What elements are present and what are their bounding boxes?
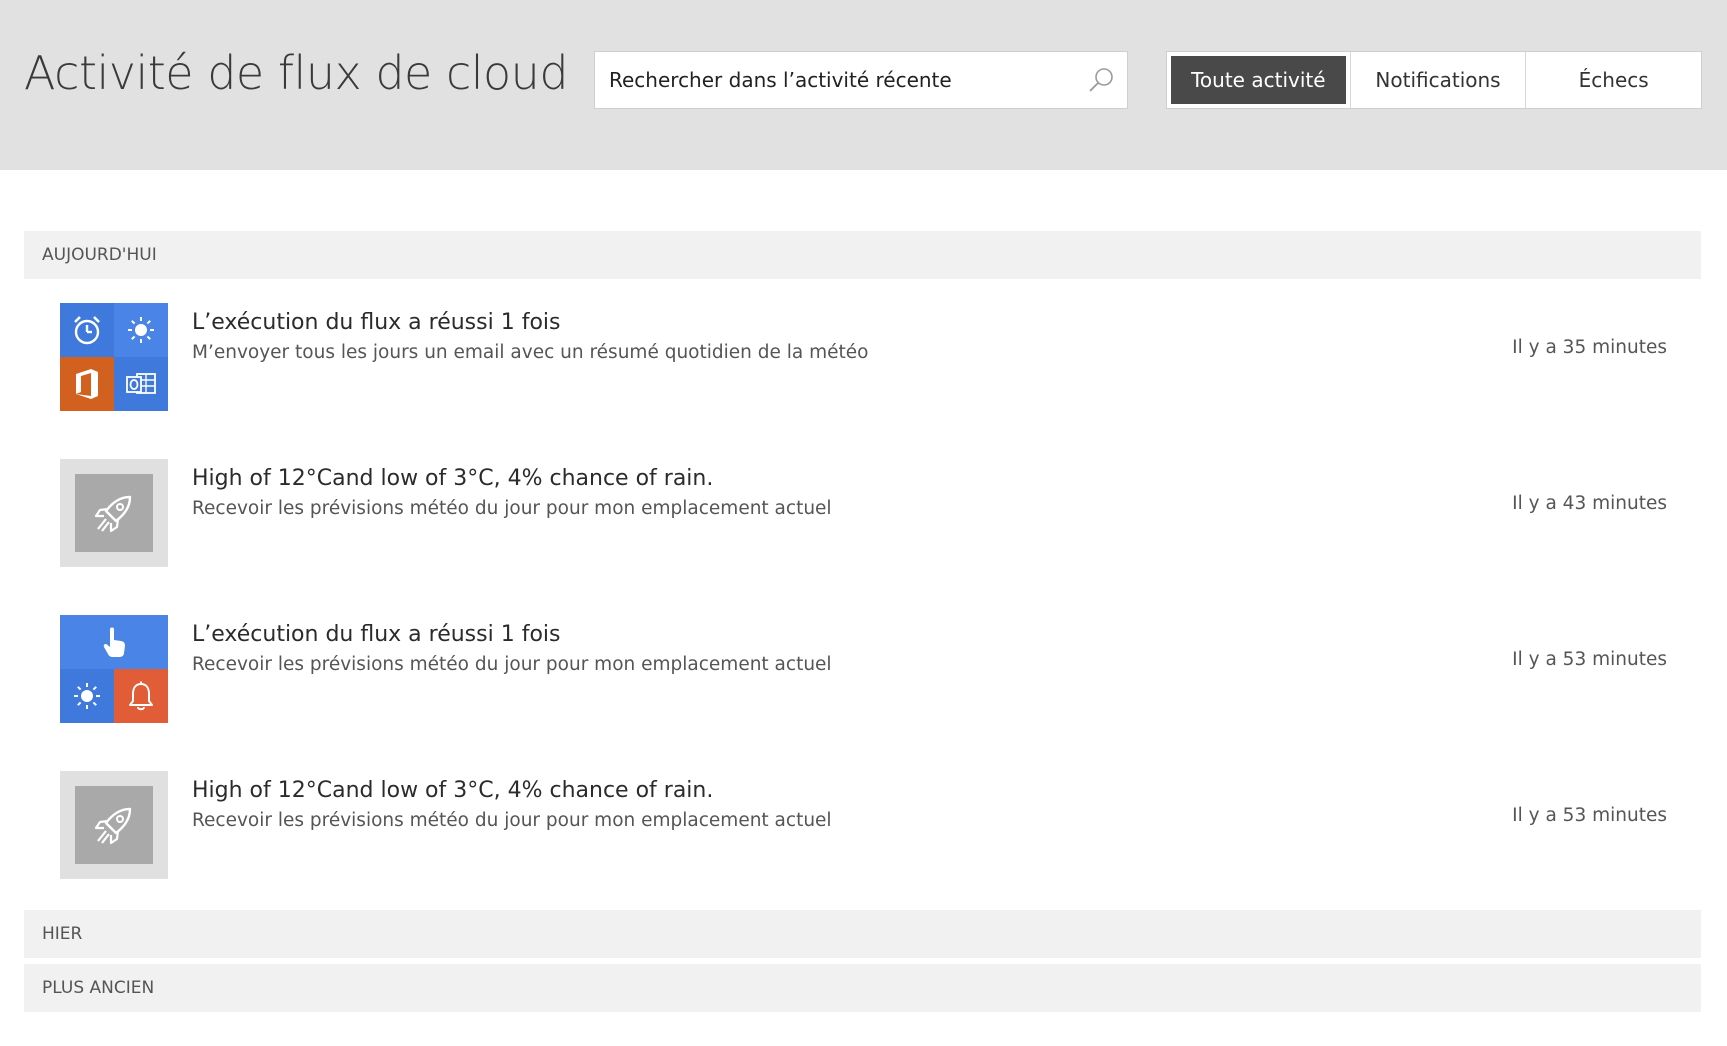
activity-item[interactable]: L’exécution du flux a réussi 1 fois M’en… [24, 303, 1701, 413]
outlook-icon [114, 357, 168, 411]
flow-icon-tiles [60, 771, 168, 879]
flow-icon-tiles [60, 303, 168, 411]
activity-item-title: L’exécution du flux a réussi 1 fois [192, 622, 561, 647]
activity-item-subtitle: M’envoyer tous les jours un email avec u… [192, 342, 869, 363]
section-header-today[interactable]: AUJOURD'HUI [24, 231, 1701, 279]
filter-failures-button[interactable]: Échecs [1525, 52, 1702, 108]
search-icon[interactable] [1087, 66, 1115, 94]
section-label-today: AUJOURD'HUI [42, 245, 157, 265]
touch-icon [60, 615, 168, 669]
sun-icon [114, 303, 168, 357]
flow-icon-tiles [60, 459, 168, 567]
section-label-older: PLUS ANCIEN [42, 978, 155, 998]
activity-item-time: Il y a 53 minutes [1512, 805, 1667, 826]
activity-item-time: Il y a 43 minutes [1512, 493, 1667, 514]
activity-item[interactable]: L’exécution du flux a réussi 1 fois Rece… [24, 615, 1701, 725]
sun-icon [60, 669, 114, 723]
activity-item-title: High of 12°Cand low of 3°C, 4% chance of… [192, 466, 714, 491]
rocket-icon [75, 474, 153, 552]
activity-item-time: Il y a 35 minutes [1512, 337, 1667, 358]
activity-item-subtitle: Recevoir les prévisions météo du jour po… [192, 498, 832, 519]
section-header-older[interactable]: PLUS ANCIEN [24, 964, 1701, 1012]
activity-item-title: High of 12°Cand low of 3°C, 4% chance of… [192, 778, 714, 803]
search-box[interactable] [594, 51, 1128, 109]
bell-icon [114, 669, 168, 723]
rocket-icon [75, 786, 153, 864]
section-header-yesterday[interactable]: HIER [24, 910, 1701, 958]
header-bar: Activité de flux de cloud Toute activité… [0, 0, 1727, 170]
filter-all-activity-button[interactable]: Toute activité [1167, 52, 1350, 108]
activity-filter-group: Toute activité Notifications Échecs [1166, 51, 1702, 109]
section-label-yesterday: HIER [42, 924, 83, 944]
filter-notifications-button[interactable]: Notifications [1349, 52, 1526, 108]
page-title: Activité de flux de cloud [24, 46, 569, 100]
flow-icon-tiles [60, 615, 168, 723]
activity-item[interactable]: High of 12°Cand low of 3°C, 4% chance of… [24, 459, 1701, 569]
activity-item-subtitle: Recevoir les prévisions météo du jour po… [192, 654, 832, 675]
activity-item-time: Il y a 53 minutes [1512, 649, 1667, 670]
alarm-clock-icon [60, 303, 114, 357]
search-input[interactable] [609, 52, 1069, 108]
activity-item-title: L’exécution du flux a réussi 1 fois [192, 310, 561, 335]
office-icon [60, 357, 114, 411]
activity-item[interactable]: High of 12°Cand low of 3°C, 4% chance of… [24, 771, 1701, 881]
activity-item-subtitle: Recevoir les prévisions météo du jour po… [192, 810, 832, 831]
